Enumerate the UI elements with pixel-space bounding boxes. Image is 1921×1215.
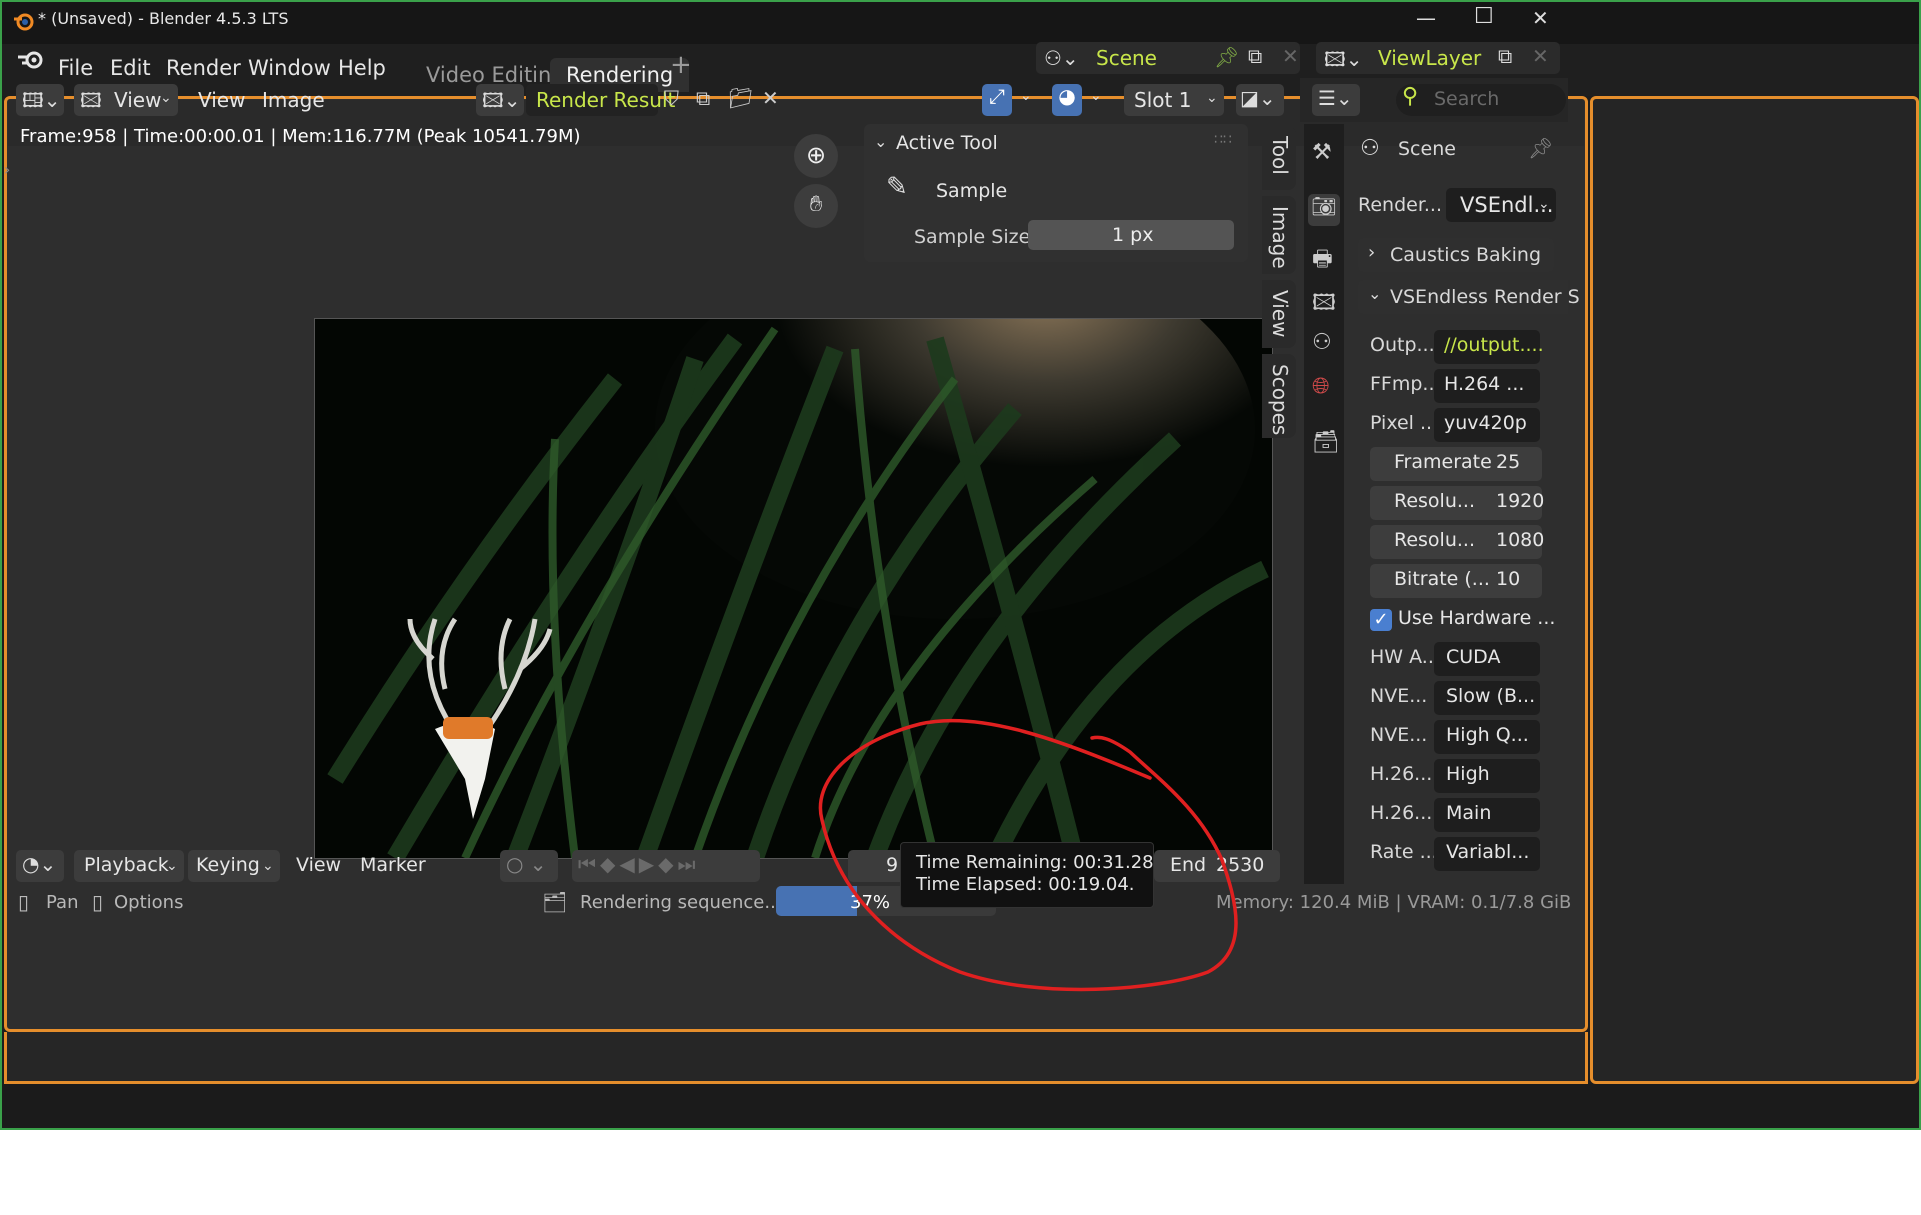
timeline-header bbox=[4, 1032, 1588, 1084]
properties-editor bbox=[1590, 96, 1919, 1084]
red-annotation-circle bbox=[818, 718, 1238, 992]
status-bar bbox=[2, 1084, 1919, 1128]
